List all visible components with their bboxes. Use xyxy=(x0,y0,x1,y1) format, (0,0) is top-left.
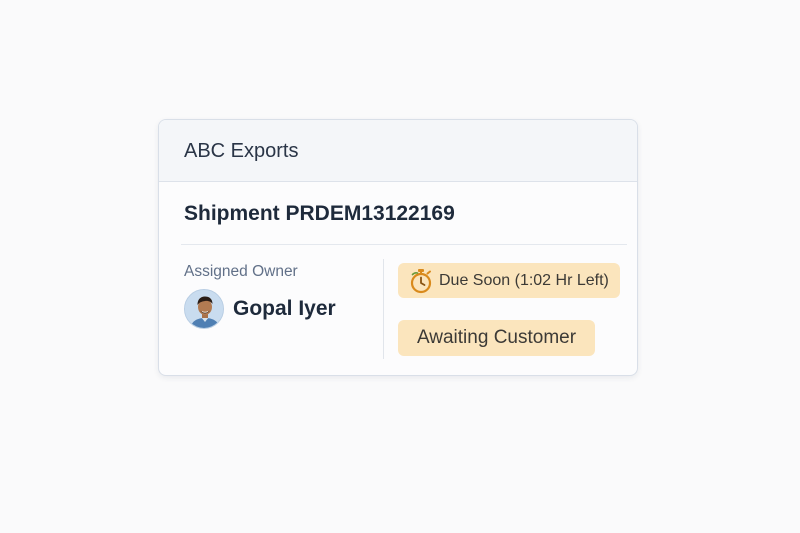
shipment-title[interactable]: Shipment PRDEM13122169 xyxy=(184,202,455,226)
vertical-divider xyxy=(383,259,384,359)
card-header: ABC Exports xyxy=(159,120,637,182)
due-soon-badge: Due Soon (1:02 Hr Left) xyxy=(398,263,620,298)
horizontal-divider xyxy=(181,244,627,245)
owner-avatar[interactable] xyxy=(184,289,224,329)
stopwatch-icon xyxy=(410,269,432,294)
status-badge[interactable]: Awaiting Customer xyxy=(398,320,595,356)
person-avatar-icon xyxy=(185,290,223,328)
owner-name[interactable]: Gopal Iyer xyxy=(233,297,336,321)
due-soon-text: Due Soon (1:02 Hr Left) xyxy=(439,272,609,289)
assigned-owner-label: Assigned Owner xyxy=(184,263,298,280)
organization-name: ABC Exports xyxy=(184,140,299,162)
shipment-card[interactable]: ABC Exports Shipment PRDEM13122169 Assig… xyxy=(158,119,638,376)
